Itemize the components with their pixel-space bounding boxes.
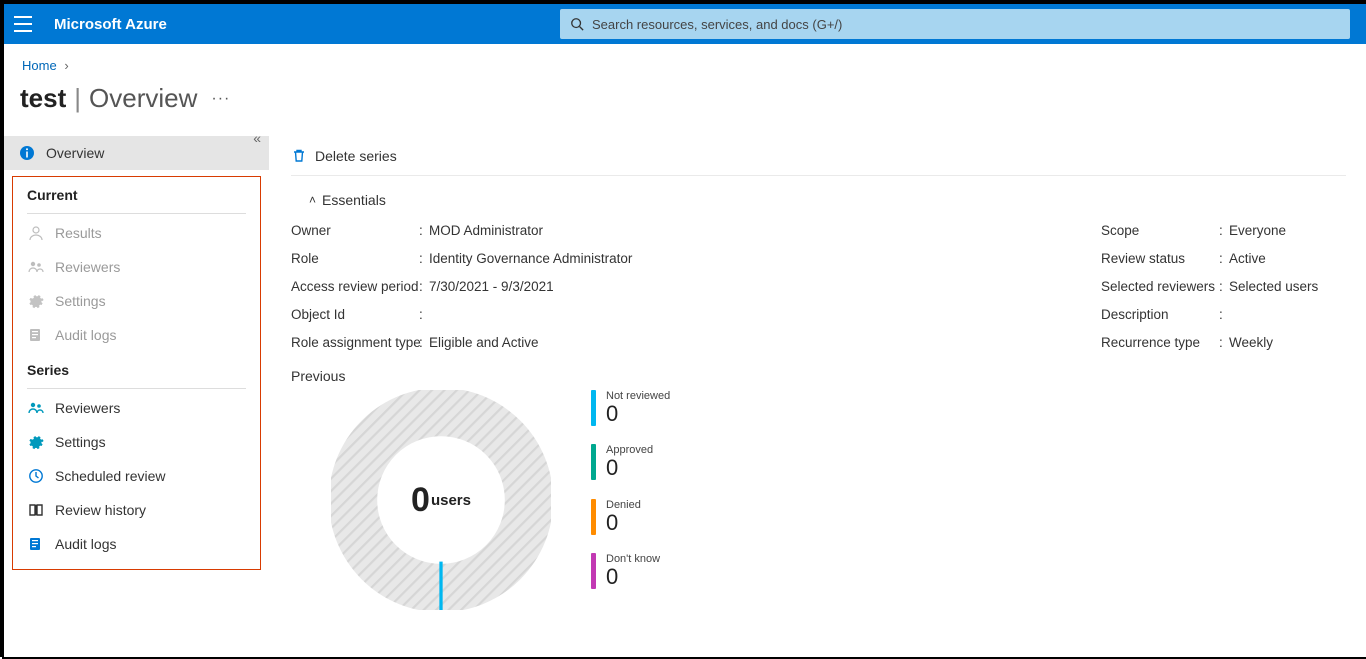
nav-group-series: Series bbox=[13, 352, 260, 384]
previous-chart: 0 users Not reviewed0 Approved0 Denied0 bbox=[291, 390, 1346, 610]
legend-approved: Approved0 bbox=[591, 444, 670, 480]
blade-nav: « Overview Current Results Reviewers Set… bbox=[4, 136, 269, 610]
nav-series-reviewers[interactable]: Reviewers bbox=[13, 391, 260, 425]
nav-current-audit[interactable]: Audit logs bbox=[13, 318, 260, 352]
nav-current-audit-label: Audit logs bbox=[55, 327, 116, 343]
nav-series-settings-label: Settings bbox=[55, 434, 106, 450]
title-more-button[interactable]: ··· bbox=[211, 90, 230, 108]
legend-bar-approved bbox=[591, 444, 596, 480]
delete-series-button[interactable]: Delete series bbox=[291, 148, 397, 164]
legend-denied-label: Denied bbox=[606, 499, 641, 511]
breadcrumb-home[interactable]: Home bbox=[22, 58, 57, 73]
scope-value: Everyone bbox=[1229, 223, 1286, 238]
azure-top-bar: Microsoft Azure bbox=[4, 4, 1366, 44]
brand-label: Microsoft Azure bbox=[54, 16, 167, 33]
nav-group-current: Current bbox=[13, 177, 260, 209]
global-search-input[interactable] bbox=[592, 17, 1340, 32]
essentials-grid: Owner:MOD Administrator Role:Identity Go… bbox=[291, 216, 1346, 356]
objectid-label: Object Id bbox=[291, 307, 419, 322]
book-icon bbox=[27, 501, 45, 519]
nav-series-scheduled[interactable]: Scheduled review bbox=[13, 459, 260, 493]
nav-highlight-box: Current Results Reviewers Settings Audit… bbox=[12, 176, 261, 570]
resource-name: test bbox=[20, 83, 66, 114]
chevron-up-icon: ˄ bbox=[309, 193, 316, 207]
collapse-nav-icon[interactable]: « bbox=[253, 130, 261, 146]
reviewers-label: Selected reviewers bbox=[1101, 279, 1219, 294]
title-separator: | bbox=[74, 83, 81, 114]
nav-current-results-label: Results bbox=[55, 225, 102, 241]
breadcrumb: Home › bbox=[4, 44, 1366, 73]
nav-overview[interactable]: Overview bbox=[4, 136, 269, 170]
legend-denied: Denied0 bbox=[591, 499, 670, 535]
nav-current-reviewers-label: Reviewers bbox=[55, 259, 120, 275]
legend-not-reviewed-value: 0 bbox=[606, 402, 670, 426]
period-value: 7/30/2021 - 9/3/2021 bbox=[429, 279, 554, 294]
scope-label: Scope bbox=[1101, 223, 1219, 238]
nav-current-results[interactable]: Results bbox=[13, 216, 260, 250]
nav-series-audit[interactable]: Audit logs bbox=[13, 527, 260, 561]
nav-series-history-label: Review history bbox=[55, 502, 146, 518]
global-search[interactable] bbox=[560, 9, 1350, 39]
status-label: Review status bbox=[1101, 251, 1219, 266]
assignment-label: Role assignment type bbox=[291, 335, 419, 350]
donut-center-value: 0 bbox=[411, 481, 430, 520]
essentials-toggle[interactable]: ˄ Essentials bbox=[309, 192, 1346, 208]
nav-current-settings[interactable]: Settings bbox=[13, 284, 260, 318]
trash-icon bbox=[291, 148, 307, 164]
gear-icon bbox=[27, 292, 45, 310]
legend-approved-value: 0 bbox=[606, 456, 653, 480]
log-icon bbox=[27, 326, 45, 344]
legend-denied-value: 0 bbox=[606, 511, 641, 535]
legend-dontknow: Don't know0 bbox=[591, 553, 670, 589]
clock-icon bbox=[27, 467, 45, 485]
desc-label: Description bbox=[1101, 307, 1219, 322]
breadcrumb-separator: › bbox=[64, 58, 68, 73]
donut-center: 0 users bbox=[331, 390, 551, 610]
role-label: Role bbox=[291, 251, 419, 266]
legend-bar-not-reviewed bbox=[591, 390, 596, 426]
nav-series-settings[interactable]: Settings bbox=[13, 425, 260, 459]
previous-section-title: Previous bbox=[291, 368, 1346, 384]
chart-legend: Not reviewed0 Approved0 Denied0 Don't kn… bbox=[591, 390, 670, 589]
role-value: Identity Governance Administrator bbox=[429, 251, 632, 266]
search-icon bbox=[570, 17, 584, 31]
nav-series-audit-label: Audit logs bbox=[55, 536, 116, 552]
command-bar: Delete series bbox=[291, 136, 1346, 176]
page-title-bar: test | Overview ··· bbox=[4, 73, 1366, 136]
legend-not-reviewed: Not reviewed0 bbox=[591, 390, 670, 426]
assignment-value: Eligible and Active bbox=[429, 335, 539, 350]
owner-label: Owner bbox=[291, 223, 419, 238]
main-panel: Delete series ˄ Essentials Owner:MOD Adm… bbox=[269, 136, 1366, 610]
page-section: Overview bbox=[89, 83, 197, 114]
donut-center-unit: users bbox=[431, 492, 471, 509]
recurrence-value: Weekly bbox=[1229, 335, 1273, 350]
legend-dontknow-value: 0 bbox=[606, 565, 660, 589]
hamburger-menu-icon[interactable] bbox=[14, 14, 34, 34]
info-icon bbox=[18, 144, 36, 162]
people-icon bbox=[27, 399, 45, 417]
owner-value: MOD Administrator bbox=[429, 223, 543, 238]
legend-bar-denied bbox=[591, 499, 596, 535]
nav-current-reviewers[interactable]: Reviewers bbox=[13, 250, 260, 284]
people-icon bbox=[27, 258, 45, 276]
delete-series-label: Delete series bbox=[315, 148, 397, 164]
person-icon bbox=[27, 224, 45, 242]
nav-series-reviewers-label: Reviewers bbox=[55, 400, 120, 416]
reviewers-value: Selected users bbox=[1229, 279, 1318, 294]
nav-overview-label: Overview bbox=[46, 145, 104, 161]
gear-icon bbox=[27, 433, 45, 451]
status-value: Active bbox=[1229, 251, 1266, 266]
legend-bar-dontknow bbox=[591, 553, 596, 589]
nav-series-scheduled-label: Scheduled review bbox=[55, 468, 166, 484]
recurrence-label: Recurrence type bbox=[1101, 335, 1219, 350]
nav-series-history[interactable]: Review history bbox=[13, 493, 260, 527]
nav-current-settings-label: Settings bbox=[55, 293, 106, 309]
donut-chart: 0 users bbox=[331, 390, 551, 610]
log-icon bbox=[27, 535, 45, 553]
period-label: Access review period bbox=[291, 279, 419, 294]
essentials-title: Essentials bbox=[322, 192, 386, 208]
